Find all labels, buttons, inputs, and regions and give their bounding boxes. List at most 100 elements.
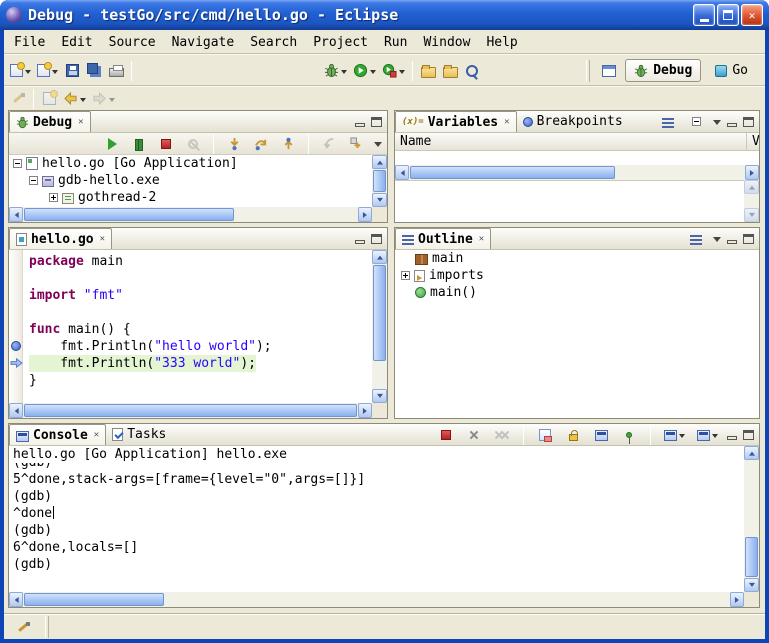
expander-expanded-icon[interactable] — [13, 159, 22, 168]
expander-collapsed-icon[interactable] — [401, 271, 410, 280]
tab-tasks[interactable]: Tasks — [106, 424, 172, 445]
menu-edit[interactable]: Edit — [53, 32, 100, 53]
tab-variables[interactable]: (x)= Variables ✕ — [395, 111, 517, 132]
show-on-output-button[interactable] — [590, 423, 612, 447]
minimize-view-button[interactable] — [727, 436, 737, 440]
new-wizard-button[interactable] — [7, 59, 34, 83]
close-tab-icon[interactable]: ✕ — [479, 234, 484, 244]
editor-horizontal-scrollbar[interactable] — [9, 403, 372, 418]
perspective-go-button[interactable]: Go — [706, 59, 757, 82]
scroll-right-arrow[interactable] — [730, 592, 744, 607]
menu-project[interactable]: Project — [305, 32, 376, 53]
step-return-button[interactable] — [277, 132, 299, 156]
scroll-left-arrow[interactable] — [9, 403, 23, 418]
last-edit-location-button[interactable] — [7, 89, 29, 109]
breakpoint-icon[interactable] — [11, 341, 21, 351]
maximize-view-button[interactable] — [743, 117, 754, 127]
expander-collapsed-icon[interactable] — [49, 193, 58, 202]
step-over-button[interactable] — [250, 132, 272, 156]
minimize-view-button[interactable] — [355, 123, 365, 127]
editor-vertical-scrollbar[interactable] — [372, 250, 387, 403]
drop-to-frame-button[interactable] — [318, 132, 340, 156]
scroll-up-arrow[interactable] — [744, 446, 759, 460]
scroll-left-arrow[interactable] — [9, 592, 23, 607]
tab-console[interactable]: Console ✕ — [9, 424, 106, 445]
print-button[interactable] — [105, 59, 127, 83]
open-resource-button[interactable] — [439, 59, 461, 83]
scroll-lock-button[interactable] — [562, 423, 584, 447]
terminate-button[interactable] — [155, 132, 177, 156]
menu-help[interactable]: Help — [478, 32, 525, 53]
minimize-view-button[interactable] — [355, 240, 365, 244]
scroll-up-arrow[interactable] — [372, 250, 387, 264]
tab-debug[interactable]: Debug ✕ — [9, 111, 91, 132]
sort-button[interactable] — [685, 227, 707, 251]
terminate-button[interactable] — [435, 423, 457, 447]
new-element-button[interactable] — [34, 59, 61, 83]
close-tab-icon[interactable]: ✕ — [78, 117, 83, 127]
outline-row-imports[interactable]: imports — [395, 267, 759, 284]
scroll-down-arrow[interactable] — [744, 208, 759, 222]
scrollbar-thumb[interactable] — [24, 404, 357, 417]
scroll-left-arrow[interactable] — [395, 165, 409, 180]
debug-button[interactable] — [321, 59, 350, 83]
debug-horizontal-scrollbar[interactable] — [9, 207, 372, 222]
close-tab-icon[interactable]: ✕ — [100, 234, 105, 244]
menu-file[interactable]: File — [6, 32, 53, 53]
external-tools-button[interactable] — [379, 59, 408, 83]
suspend-button[interactable] — [128, 132, 150, 156]
scroll-down-arrow[interactable] — [372, 193, 387, 207]
forward-button[interactable] — [89, 89, 118, 109]
scroll-left-arrow[interactable] — [9, 207, 23, 222]
scrollbar-thumb[interactable] — [745, 537, 758, 577]
scroll-up-arrow[interactable] — [372, 155, 387, 169]
next-annotation-button[interactable] — [38, 89, 60, 109]
remove-all-launches-button[interactable] — [491, 423, 513, 447]
column-value[interactable]: V — [747, 133, 759, 150]
minimize-view-button[interactable] — [727, 240, 737, 244]
close-tab-icon[interactable]: ✕ — [504, 117, 509, 127]
column-name[interactable]: Name — [395, 133, 747, 150]
scroll-up-arrow[interactable] — [744, 180, 759, 194]
scroll-right-arrow[interactable] — [358, 403, 372, 418]
debug-vertical-scrollbar[interactable] — [372, 155, 387, 207]
maximize-button[interactable] — [717, 4, 739, 26]
scroll-right-arrow[interactable] — [745, 165, 759, 180]
menu-window[interactable]: Window — [415, 32, 478, 53]
resume-button[interactable] — [101, 132, 123, 156]
back-button[interactable] — [60, 89, 89, 109]
fast-view-button[interactable] — [12, 615, 34, 639]
console-output[interactable]: (gdb) 5^done,stack-args=[frame={level="0… — [9, 463, 744, 592]
outline-row-main-func[interactable]: main() — [395, 284, 759, 301]
variables-horizontal-scrollbar[interactable] — [395, 165, 759, 180]
open-type-button[interactable] — [417, 59, 439, 83]
tree-row-thread[interactable]: gothread-2 — [9, 189, 372, 206]
scrollbar-thumb[interactable] — [24, 208, 234, 221]
tab-hello-go[interactable]: hello.go ✕ — [9, 228, 112, 249]
tab-outline[interactable]: Outline ✕ — [395, 228, 491, 249]
code-area[interactable]: package main import "fmt" func main() { … — [23, 250, 372, 403]
debug-tree[interactable]: hello.go [Go Application] gdb-hello.exe … — [9, 155, 387, 222]
maximize-view-button[interactable] — [743, 430, 754, 440]
editor-ruler[interactable] — [9, 250, 23, 403]
pin-console-button[interactable] — [618, 423, 640, 447]
scrollbar-thumb[interactable] — [373, 170, 386, 192]
scrollbar-thumb[interactable] — [373, 265, 386, 361]
search-button[interactable] — [461, 59, 483, 83]
scroll-down-arrow[interactable] — [372, 389, 387, 403]
scrollbar-thumb[interactable] — [24, 593, 164, 606]
show-type-names-button[interactable] — [657, 110, 679, 134]
tree-row-process[interactable]: gdb-hello.exe — [9, 172, 372, 189]
scroll-right-arrow[interactable] — [358, 207, 372, 222]
scroll-down-arrow[interactable] — [744, 578, 759, 592]
view-menu-icon[interactable] — [713, 237, 721, 246]
outline-row-package[interactable]: main — [395, 250, 759, 267]
close-button[interactable]: ✕ — [741, 4, 763, 26]
step-into-button[interactable] — [223, 132, 245, 156]
disconnect-button[interactable] — [182, 132, 204, 156]
view-menu-icon[interactable] — [374, 142, 382, 151]
variables-table[interactable]: Name V — [395, 133, 759, 222]
save-button[interactable] — [61, 59, 83, 83]
variables-empty-area[interactable] — [395, 151, 759, 165]
perspective-bar-grip[interactable] — [586, 60, 590, 82]
